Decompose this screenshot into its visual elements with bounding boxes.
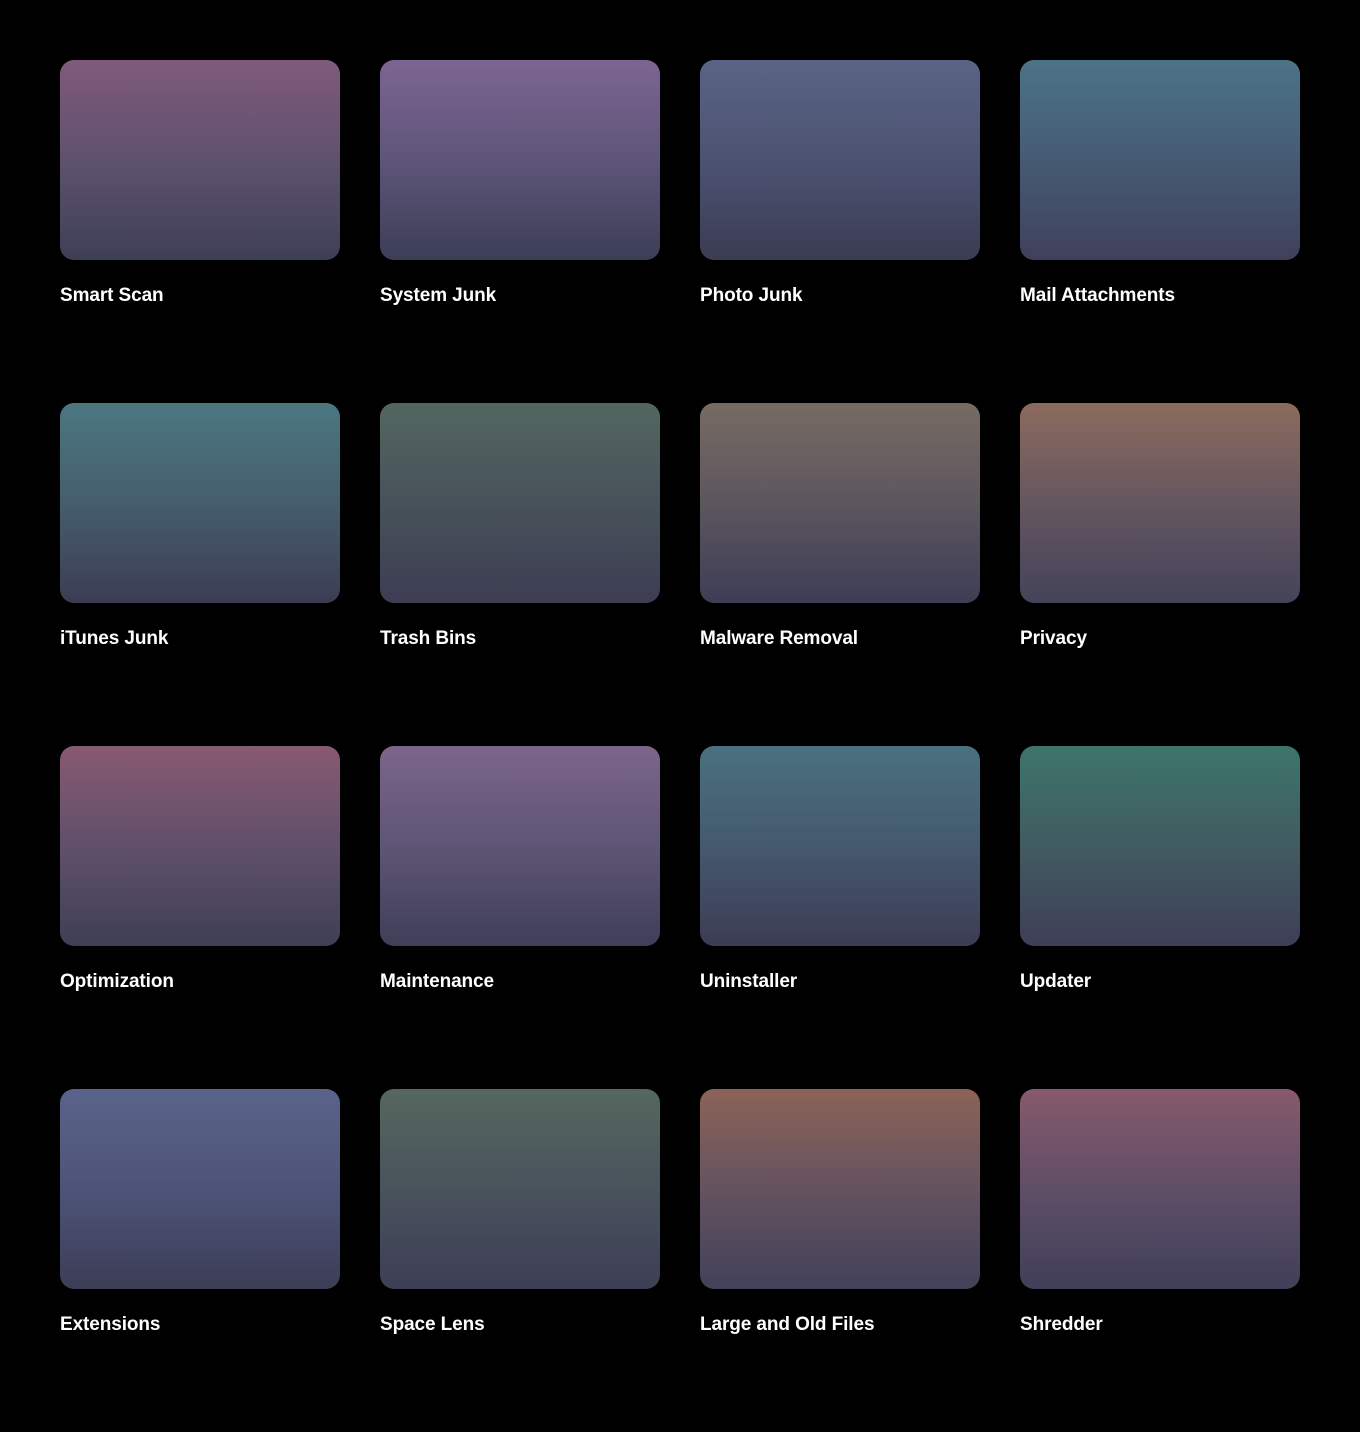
- tool-label: Space Lens: [380, 1314, 485, 1335]
- tool-thumbnail[interactable]: [380, 60, 660, 260]
- tool-thumbnail[interactable]: [1020, 403, 1300, 603]
- tool-card[interactable]: Updater: [1020, 746, 1300, 992]
- tool-thumbnail[interactable]: [60, 1089, 340, 1289]
- tool-thumbnail[interactable]: [700, 746, 980, 946]
- tool-grid: Smart Scan System Junk Photo Junk Mail Atta…: [0, 0, 1360, 1432]
- tool-label: Large and Old Files: [700, 1314, 875, 1335]
- tool-label: iTunes Junk: [60, 628, 169, 649]
- tool-card[interactable]: iTunes Junk: [60, 403, 340, 649]
- tool-label: Privacy: [1020, 628, 1087, 649]
- tool-card[interactable]: Extensions: [60, 1089, 340, 1335]
- tool-thumbnail[interactable]: [1020, 746, 1300, 946]
- tool-card[interactable]: Maintenance: [380, 746, 660, 992]
- tool-label: Shredder: [1020, 1314, 1103, 1335]
- tool-label: Maintenance: [380, 971, 494, 992]
- tool-label: Smart Scan: [60, 285, 164, 306]
- tool-card[interactable]: Privacy: [1020, 403, 1300, 649]
- tool-label: Photo Junk: [700, 285, 803, 306]
- tool-card[interactable]: Space Lens: [380, 1089, 660, 1335]
- tool-thumbnail[interactable]: [380, 746, 660, 946]
- tool-thumbnail[interactable]: [1020, 1089, 1300, 1289]
- tool-thumbnail[interactable]: [60, 403, 340, 603]
- tool-card[interactable]: Mail Attachments: [1020, 60, 1300, 306]
- tool-card[interactable]: Large and Old Files: [700, 1089, 980, 1335]
- tool-card[interactable]: Shredder: [1020, 1089, 1300, 1335]
- tool-card[interactable]: Malware Removal: [700, 403, 980, 649]
- tool-thumbnail[interactable]: [60, 746, 340, 946]
- tool-card[interactable]: Uninstaller: [700, 746, 980, 992]
- tool-thumbnail[interactable]: [700, 403, 980, 603]
- tool-card[interactable]: Optimization: [60, 746, 340, 992]
- tool-thumbnail[interactable]: [60, 60, 340, 260]
- tool-thumbnail[interactable]: [380, 403, 660, 603]
- tool-label: Mail Attachments: [1020, 285, 1176, 306]
- tool-card[interactable]: Trash Bins: [380, 403, 660, 649]
- tool-label: Optimization: [60, 971, 174, 992]
- tool-thumbnail[interactable]: [380, 1089, 660, 1289]
- tool-thumbnail[interactable]: [1020, 60, 1300, 260]
- tool-card[interactable]: System Junk: [380, 60, 660, 306]
- tool-card[interactable]: Smart Scan: [60, 60, 340, 306]
- tool-label: Uninstaller: [700, 971, 798, 992]
- tool-thumbnail[interactable]: [700, 1089, 980, 1289]
- tool-label: Trash Bins: [380, 628, 477, 649]
- tool-label: Malware Removal: [700, 628, 858, 649]
- tool-card[interactable]: Photo Junk: [700, 60, 980, 306]
- tool-label: Updater: [1020, 971, 1092, 992]
- tool-label: Extensions: [60, 1314, 161, 1335]
- tool-label: System Junk: [380, 285, 497, 306]
- tool-thumbnail[interactable]: [700, 60, 980, 260]
